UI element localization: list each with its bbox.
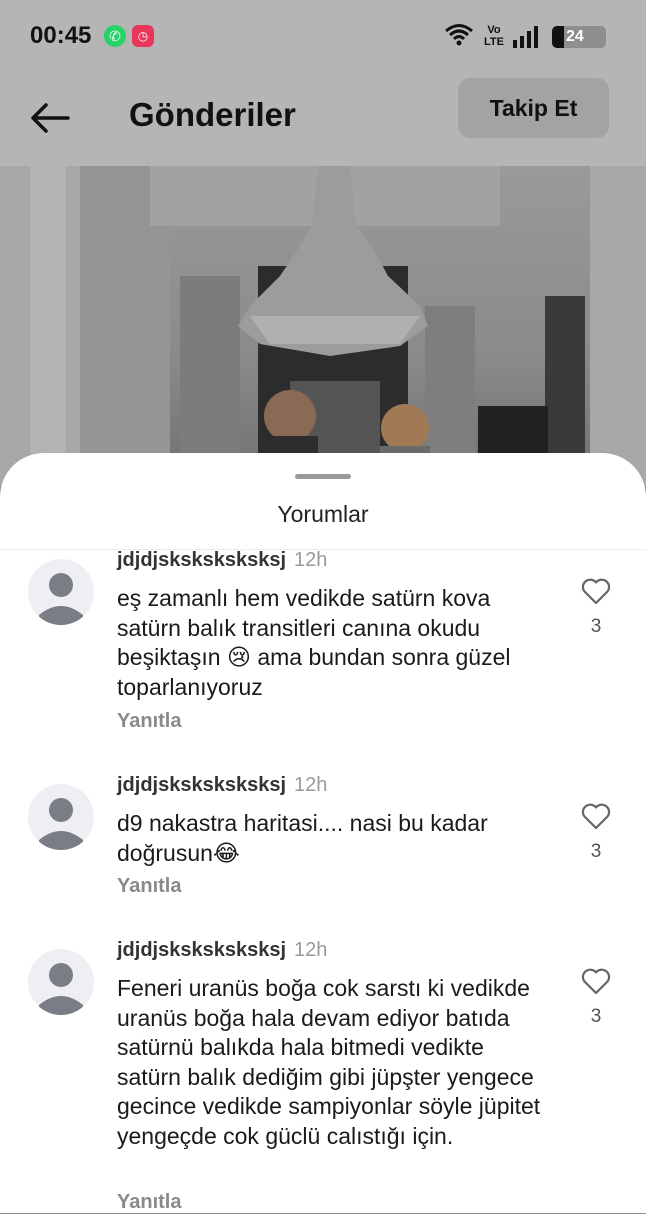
top-bar: Gönderiler Takip Et (0, 72, 646, 166)
signal-icon (512, 26, 538, 53)
comment-text: eş zamanlı hem vedikde satürn kova satür… (117, 585, 511, 700)
comment-meta: jdjdjsksksksksksj 12h (117, 549, 327, 572)
comment-username[interactable]: jdjdjsksksksksksj (117, 774, 286, 796)
comment-username[interactable]: jdjdjsksksksksksj (117, 939, 286, 961)
avatar[interactable] (28, 949, 94, 1015)
comment-username[interactable]: jdjdjsksksksksksj (117, 549, 286, 571)
avatar[interactable] (28, 559, 94, 625)
status-bar: 00:45 ✆ ◷ Vo LTE 24 (0, 0, 646, 72)
heart-icon (581, 578, 611, 609)
whatsapp-icon: ✆ (104, 25, 126, 47)
comment-text: Feneri uranüs boğa cok sarstı ki vedikde… (117, 975, 541, 1149)
wifi-icon (444, 22, 474, 53)
sheet-drag-handle[interactable] (295, 474, 351, 479)
comment-time: 12h (294, 939, 328, 961)
comment-text: d9 nakastra haritasi.... nasi bu kadar d… (117, 810, 488, 866)
battery-level: 24 (566, 28, 584, 45)
comment-time: 12h (294, 774, 328, 796)
like-button[interactable]: 3 (578, 968, 614, 1028)
reply-button[interactable]: Yanıtla (117, 1191, 181, 1214)
page-title: Gönderiler (129, 96, 296, 133)
reply-button[interactable]: Yanıtla (117, 875, 181, 898)
like-count: 3 (590, 1006, 602, 1027)
back-arrow-icon[interactable] (28, 96, 72, 140)
volte-icon: Vo LTE (484, 24, 504, 48)
like-button[interactable]: 3 (578, 578, 614, 638)
like-count: 3 (590, 616, 602, 637)
follow-button[interactable]: Takip Et (458, 78, 609, 138)
avatar[interactable] (28, 784, 94, 850)
comment-meta: jdjdjsksksksksksj 12h (117, 774, 327, 797)
post-photo (0, 166, 646, 486)
comment-meta: jdjdjsksksksksksj 12h (117, 939, 327, 962)
heart-icon (581, 803, 611, 834)
comment-time: 12h (294, 549, 328, 571)
like-count: 3 (590, 841, 602, 862)
battery-icon: 24 (552, 26, 606, 53)
heart-icon (581, 968, 611, 999)
app-notification-icon: ◷ (132, 25, 154, 47)
like-button[interactable]: 3 (578, 803, 614, 863)
reply-button[interactable]: Yanıtla (117, 710, 181, 733)
comments-sheet: Yorumlar jdjdjsksksksksksj 12h eş zamanlı… (0, 453, 646, 1213)
status-time: 00:45 (30, 22, 92, 49)
sheet-title: Yorumlar (277, 501, 369, 527)
